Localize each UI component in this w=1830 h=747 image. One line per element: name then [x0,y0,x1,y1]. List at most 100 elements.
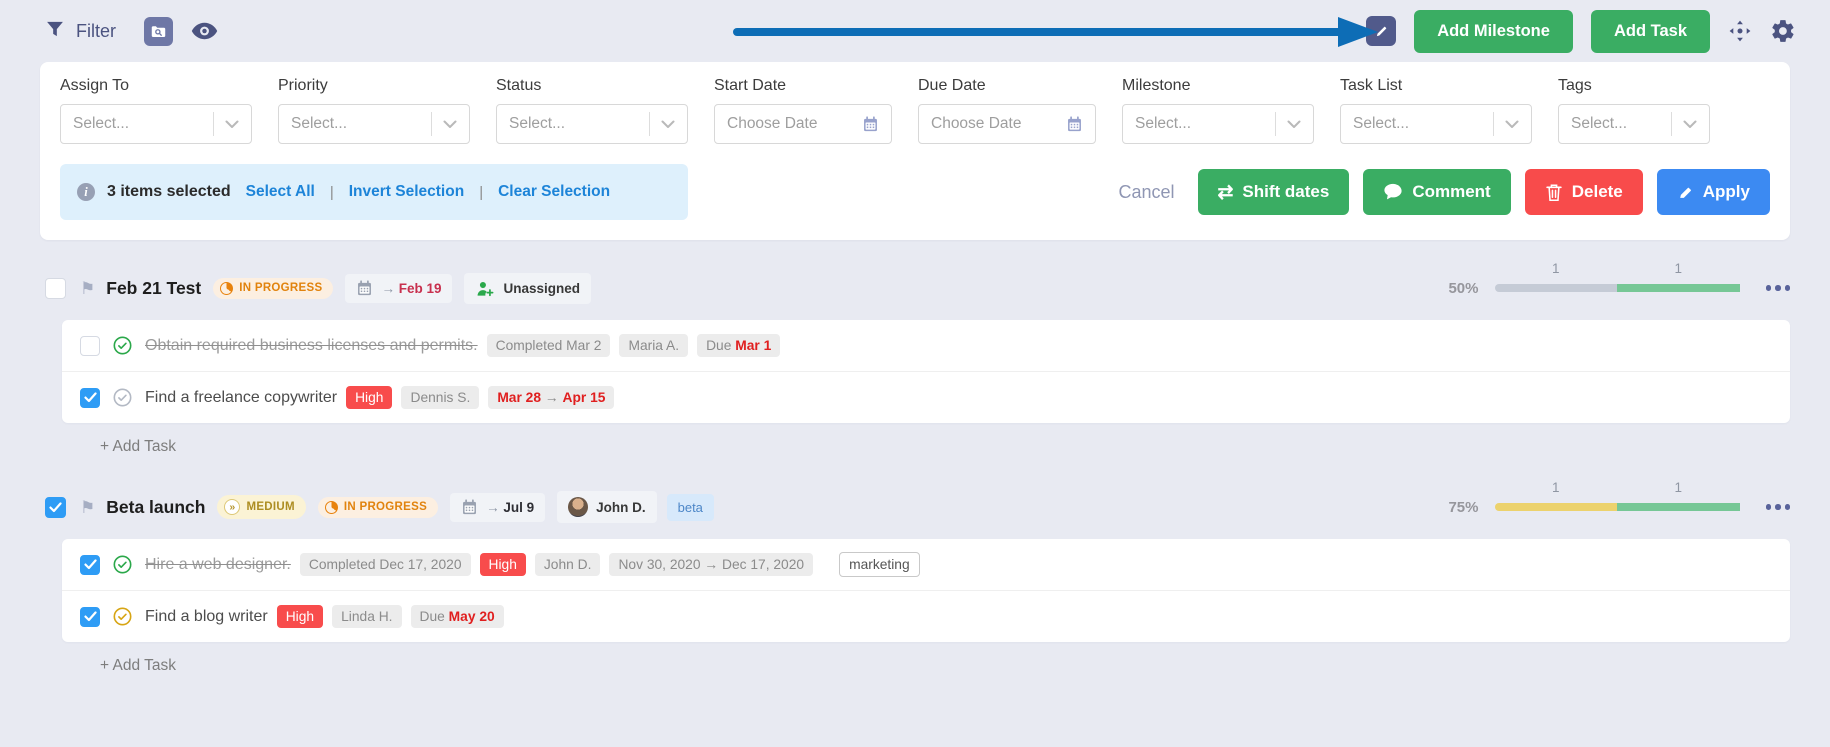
group-assignee[interactable]: John D. [557,491,657,523]
task-list-card: Hire a web designer. Completed Dec 17, 2… [62,539,1790,642]
filter-toggle[interactable]: Filter [45,19,116,44]
filter-funnel-icon [45,19,65,44]
filter-field-status: Status Select... [496,77,688,144]
check-icon [84,559,97,570]
shift-dates-button[interactable]: ⇄Shift dates [1198,169,1350,215]
complete-circle-check-icon[interactable] [113,388,132,407]
task-title[interactable]: Find a freelance copywriter [145,389,337,407]
progress-bar: 11 [1495,284,1740,292]
folder-edit-icon[interactable] [1366,16,1396,46]
progress-segment [1617,503,1740,511]
divider [1493,112,1494,136]
add-milestone-button[interactable]: Add Milestone [1414,10,1573,53]
filter-field-tags: Tags Select... [1558,77,1710,144]
selection-link-select-all[interactable]: Select All [246,183,315,201]
comment-button[interactable]: Comment [1363,169,1510,215]
move-crosshair-icon[interactable] [1728,19,1752,43]
task-title[interactable]: Find a blog writer [145,608,268,626]
filter-priority-dropdown[interactable]: Select... [278,104,470,144]
progress-segment-count: 1 [1674,261,1682,276]
chevron-down-icon [661,120,675,129]
apply-button[interactable]: Apply [1657,169,1770,215]
task-group-beta-launch: ⚑ Beta launch » MEDIUM IN PROGRESS → Jul… [0,483,1830,678]
task-group-feb-21-test: ⚑ Feb 21 Test IN PROGRESS → Feb 19 Unass… [0,264,1830,459]
delete-button[interactable]: Delete [1525,169,1643,215]
task-pill: marketing [839,552,920,577]
filter-panel: Assign To Select... Priority Select... S… [40,62,1790,240]
task-checkbox[interactable] [80,555,100,575]
divider [649,112,650,136]
assignee-name: John D. [596,500,646,515]
add-task-link[interactable]: + Add Task [40,642,1790,678]
task-pill: Maria A. [619,334,688,357]
filter-status-dropdown[interactable]: Select... [496,104,688,144]
task-checkbox[interactable] [80,388,100,408]
folder-search-icon[interactable] [144,17,173,46]
filter-task-list-dropdown[interactable]: Select... [1340,104,1532,144]
task-pill: John D. [535,553,601,576]
group-title[interactable]: Beta launch [106,497,205,518]
complete-circle-check-icon[interactable] [113,607,132,626]
filter-milestone-dropdown[interactable]: Select... [1122,104,1314,144]
filter-due-date-datepicker[interactable]: Choose Date [918,104,1096,144]
task-pill: Linda H. [332,605,401,628]
filter-assign-to-dropdown[interactable]: Select... [60,104,252,144]
chevron-down-icon [443,120,457,129]
clock-icon [325,501,338,514]
group-menu-ellipsis[interactable] [1762,285,1791,291]
shift-dates-icon: ⇄ [1218,183,1234,202]
progress-segment-count: 1 [1674,480,1682,495]
task-pill: High [277,605,323,628]
group-date: → Feb 19 [345,274,452,303]
complete-circle-check-icon[interactable] [113,336,132,355]
toolbar: Filter Add Milestone Add Task [0,0,1830,62]
placeholder-text: Select... [1353,115,1493,133]
group-due-date: Jul 9 [503,500,534,515]
group-assignee[interactable]: Unassigned [464,273,591,304]
filter-field-assign-to: Assign To Select... [60,77,252,144]
check-icon [84,611,97,622]
group-menu-ellipsis[interactable] [1762,504,1791,510]
avatar [568,497,588,517]
task-pill: Due Mar 1 [697,334,780,357]
placeholder-text: Choose Date [727,115,862,133]
task-row: Obtain required business licenses and pe… [62,320,1790,372]
task-list-card: Obtain required business licenses and pe… [62,320,1790,423]
cancel-button[interactable]: Cancel [1118,182,1174,203]
progress-segment [1617,284,1740,292]
group-due-date: Feb 19 [399,281,442,296]
info-icon: i [77,183,95,201]
complete-circle-check-icon[interactable] [113,555,132,574]
progress-percent: 50% [1448,280,1478,297]
group-tag: beta [667,494,714,521]
check-icon [49,502,62,513]
task-checkbox[interactable] [80,607,100,627]
placeholder-text: Select... [1135,115,1275,133]
add-task-button[interactable]: Add Task [1591,10,1710,53]
filter-tags-dropdown[interactable]: Select... [1558,104,1710,144]
placeholder-text: Select... [509,115,649,133]
task-title[interactable]: Hire a web designer. [145,556,291,574]
button-label: Delete [1572,182,1623,202]
badge-in-progress: IN PROGRESS [213,278,333,299]
group-title[interactable]: Feb 21 Test [106,278,201,299]
task-checkbox[interactable] [80,336,100,356]
progress-segment-count: 1 [1552,480,1560,495]
filter-fields-row: Assign To Select... Priority Select... S… [60,77,1770,144]
person-plus-icon [475,279,495,298]
add-task-link[interactable]: + Add Task [40,423,1790,459]
group-checkbox[interactable] [45,497,66,518]
selection-link-clear-selection[interactable]: Clear Selection [498,183,610,201]
placeholder-text: Select... [1571,115,1671,133]
placeholder-text: Choose Date [931,115,1066,133]
group-header: ⚑ Feb 21 Test IN PROGRESS → Feb 19 Unass… [45,264,1790,312]
task-title[interactable]: Obtain required business licenses and pe… [145,337,478,355]
selection-link-invert-selection[interactable]: Invert Selection [349,183,464,201]
annotation-arrow [733,17,1378,47]
eye-icon[interactable] [191,22,218,40]
group-checkbox[interactable] [45,278,66,299]
gear-icon[interactable] [1770,18,1796,44]
filter-start-date-datepicker[interactable]: Choose Date [714,104,892,144]
divider [431,112,432,136]
group-header: ⚑ Beta launch » MEDIUM IN PROGRESS → Jul… [45,483,1790,531]
